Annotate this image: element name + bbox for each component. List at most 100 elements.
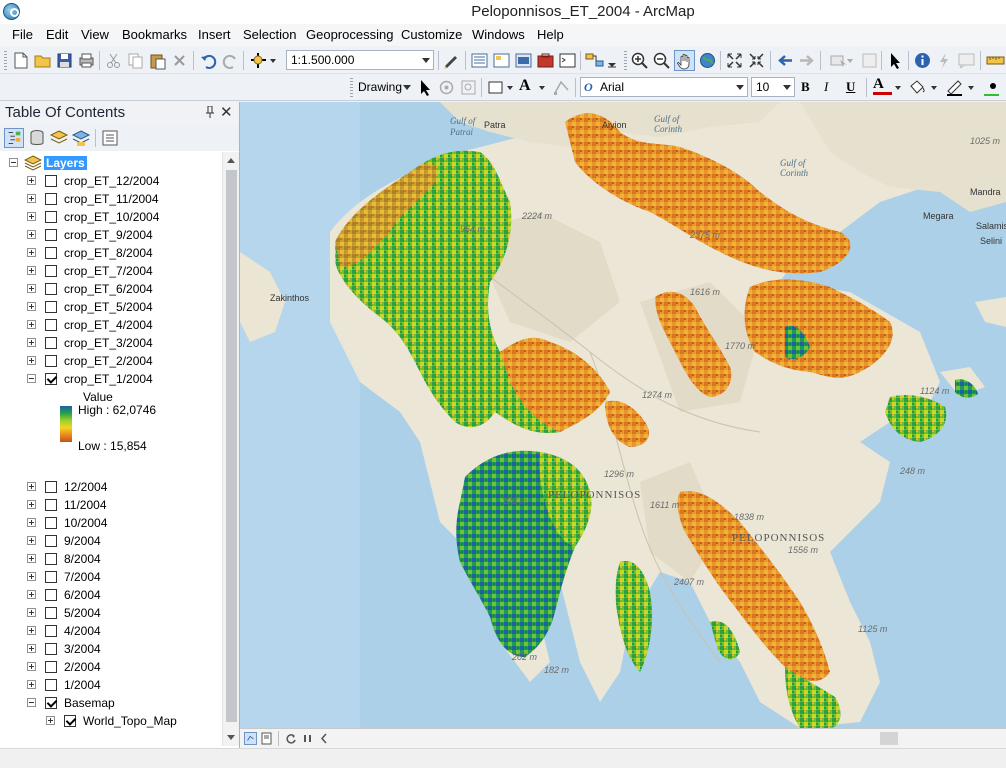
expand-plus-icon[interactable] [27, 266, 36, 275]
layer-visibility-checkbox[interactable] [45, 643, 57, 655]
toolbar-grip[interactable] [624, 51, 627, 70]
toolbar-grip[interactable] [350, 78, 353, 97]
add-data-icon[interactable] [249, 51, 268, 70]
collapse-minus-icon[interactable] [27, 374, 36, 383]
expand-plus-icon[interactable] [27, 248, 36, 257]
layer-item-crop[interactable]: crop_ET_3/2004 [0, 334, 222, 352]
expand-plus-icon[interactable] [27, 356, 36, 365]
layout-view-icon[interactable] [260, 732, 273, 745]
layer-item-month[interactable]: 1/2004 [0, 676, 222, 694]
menu-help[interactable]: Help [537, 27, 564, 42]
hyperlink-lightning-icon[interactable] [935, 51, 954, 70]
layer-item-crop[interactable]: crop_ET_9/2004 [0, 226, 222, 244]
layer-item-crop[interactable]: crop_ET_1/2004 [0, 370, 222, 388]
table-of-contents-icon[interactable] [470, 51, 489, 70]
layer-visibility-checkbox[interactable] [45, 319, 57, 331]
menu-bookmarks[interactable]: Bookmarks [122, 27, 187, 42]
undo-icon[interactable] [199, 51, 218, 70]
rectangle-tool-icon[interactable] [486, 78, 505, 97]
map-canvas[interactable]: Gulf of Patrai Patra Aiyion Gulf of Cori… [240, 102, 1006, 728]
collapse-minus-icon[interactable] [9, 158, 18, 167]
measure-ruler-icon[interactable] [986, 51, 1005, 70]
text-tool-button[interactable]: A [519, 77, 538, 96]
expand-plus-icon[interactable] [27, 302, 36, 311]
layer-visibility-checkbox[interactable] [45, 229, 57, 241]
chevron-down-icon[interactable] [732, 78, 747, 96]
text-dropdown-icon[interactable] [537, 78, 547, 97]
layer-visibility-checkbox[interactable] [45, 373, 57, 385]
layer-visibility-checkbox[interactable] [45, 481, 57, 493]
data-view-icon[interactable] [244, 732, 257, 745]
layer-item-month[interactable]: 7/2004 [0, 568, 222, 586]
map-scale-combo[interactable]: 1:1.500.000 [286, 50, 434, 70]
back-extent-arrow-icon[interactable] [776, 51, 795, 70]
full-extent-globe-icon[interactable] [698, 51, 717, 70]
layer-visibility-checkbox[interactable] [45, 499, 57, 511]
layer-item-crop[interactable]: crop_ET_2/2004 [0, 352, 222, 370]
cut-icon[interactable] [104, 51, 123, 70]
layer-visibility-checkbox[interactable] [45, 247, 57, 259]
menu-customize[interactable]: Customize [401, 27, 462, 42]
expand-plus-icon[interactable] [27, 608, 36, 617]
layer-item-world-topo-map[interactable]: World_Topo_Map [0, 712, 222, 730]
pan-hand-icon[interactable] [674, 50, 695, 71]
layer-visibility-checkbox[interactable] [45, 355, 57, 367]
expand-plus-icon[interactable] [27, 500, 36, 509]
select-dropdown-icon[interactable] [845, 51, 855, 70]
layer-item-basemap[interactable]: Basemap [0, 694, 222, 712]
expand-plus-icon[interactable] [27, 176, 36, 185]
scroll-left-arrow-icon[interactable] [318, 732, 331, 745]
menu-geoprocessing[interactable]: Geoprocessing [306, 27, 393, 42]
layer-visibility-checkbox[interactable] [45, 301, 57, 313]
layer-visibility-checkbox[interactable] [45, 337, 57, 349]
toc-vertical-scrollbar[interactable] [222, 152, 239, 746]
search-window-icon[interactable] [514, 51, 533, 70]
expand-plus-icon[interactable] [27, 212, 36, 221]
italic-button[interactable]: I [824, 79, 843, 98]
redo-icon[interactable] [221, 51, 240, 70]
expand-plus-icon[interactable] [27, 284, 36, 293]
line-color-dropdown-icon[interactable] [966, 78, 976, 97]
arctoolbox-icon[interactable] [536, 51, 555, 70]
fixed-zoom-in-icon[interactable] [725, 51, 744, 70]
layer-visibility-checkbox[interactable] [45, 193, 57, 205]
map-horizontal-scroll-thumb[interactable] [880, 732, 898, 745]
font-color-dropdown-icon[interactable] [893, 78, 903, 97]
layer-item-month[interactable]: 11/2004 [0, 496, 222, 514]
layer-item-crop[interactable]: crop_ET_7/2004 [0, 262, 222, 280]
toolbar-grip[interactable] [4, 51, 7, 70]
toolbar-overflow-icon[interactable] [606, 51, 618, 70]
layer-visibility-checkbox[interactable] [64, 715, 76, 727]
delete-icon[interactable] [170, 51, 189, 70]
layer-item-crop[interactable]: crop_ET_10/2004 [0, 208, 222, 226]
layer-visibility-checkbox[interactable] [45, 535, 57, 547]
fill-color-bucket-icon[interactable] [907, 78, 926, 97]
layer-item-month[interactable]: 12/2004 [0, 478, 222, 496]
rotate-icon[interactable] [437, 78, 456, 97]
rectangle-dropdown-icon[interactable] [505, 78, 515, 97]
expand-plus-icon[interactable] [27, 590, 36, 599]
expand-plus-icon[interactable] [27, 194, 36, 203]
copy-icon[interactable] [126, 51, 145, 70]
layer-visibility-checkbox[interactable] [45, 607, 57, 619]
layer-item-month[interactable]: 4/2004 [0, 622, 222, 640]
expand-plus-icon[interactable] [27, 662, 36, 671]
bold-button[interactable]: B [801, 79, 820, 98]
options-icon[interactable] [100, 128, 120, 148]
expand-plus-icon[interactable] [27, 572, 36, 581]
forward-extent-arrow-icon[interactable] [797, 51, 816, 70]
layer-item-month[interactable]: 9/2004 [0, 532, 222, 550]
close-icon[interactable]: ✕ [220, 103, 233, 121]
font-size-combo[interactable]: 10 [751, 77, 795, 97]
layer-visibility-checkbox[interactable] [45, 283, 57, 295]
refresh-icon[interactable] [284, 732, 297, 745]
layer-visibility-checkbox[interactable] [45, 175, 57, 187]
open-folder-icon[interactable] [33, 51, 52, 70]
font-color-button[interactable]: A [873, 76, 892, 95]
font-name-combo[interactable]: O Arial [580, 77, 748, 97]
layer-item-crop[interactable]: crop_ET_11/2004 [0, 190, 222, 208]
print-icon[interactable] [77, 51, 96, 70]
identify-info-icon[interactable] [913, 51, 932, 70]
zoom-to-selected-icon[interactable] [459, 78, 478, 97]
zoom-out-icon[interactable] [652, 51, 671, 70]
